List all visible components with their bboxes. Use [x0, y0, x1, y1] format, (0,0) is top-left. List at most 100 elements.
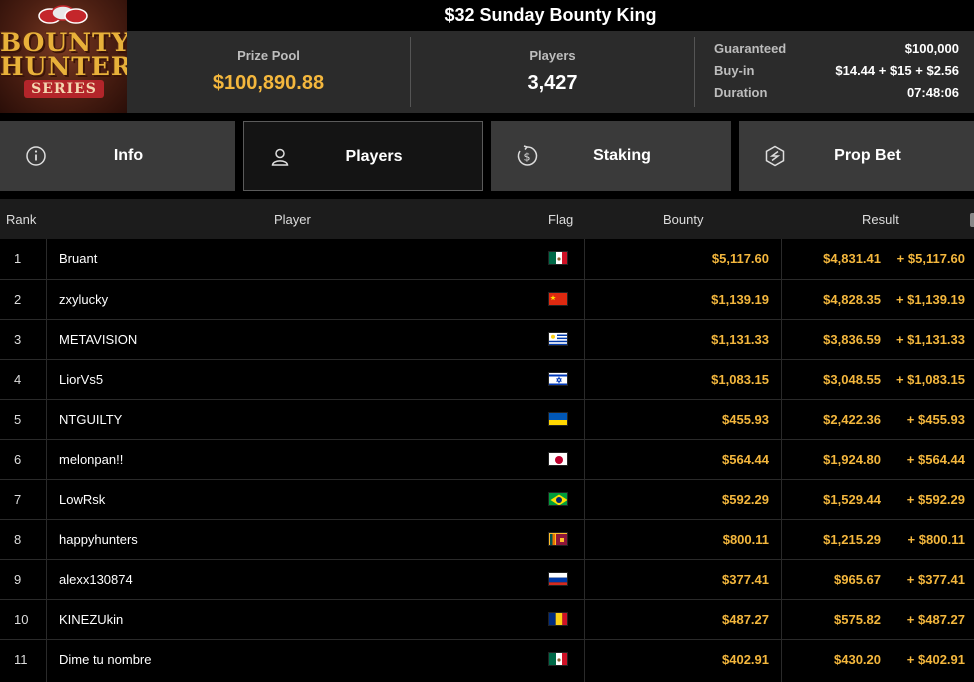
- flag-china-icon: [548, 292, 568, 306]
- row-player-name[interactable]: melonpan!!: [59, 440, 123, 479]
- tab-label: Players: [345, 148, 403, 165]
- tab-staking[interactable]: $ Staking: [491, 121, 731, 191]
- row-bounty: $487.27: [722, 612, 769, 627]
- row-player-name[interactable]: LiorVs5: [59, 360, 103, 399]
- tournament-stats-panel: Prize Pool $100,890.88 Players 3,427 Gua…: [127, 31, 974, 113]
- row-player-name[interactable]: NTGUILTY: [59, 400, 122, 439]
- table-row[interactable]: 5 NTGUILTY $455.93 $2,422.36 + $455.93: [0, 399, 974, 439]
- row-rank: 11: [14, 652, 28, 667]
- row-rank: 2: [14, 292, 22, 307]
- table-row[interactable]: 10 KINEZUkin $487.27 $575.82 + $487.27: [0, 599, 974, 639]
- tab-prop-bet[interactable]: Prop Bet: [739, 121, 974, 191]
- flag-ukraine-icon: [548, 412, 568, 426]
- tab-label: Staking: [593, 147, 651, 164]
- flag-mexico-icon: [548, 251, 568, 265]
- detail-key: Guaranteed: [714, 41, 787, 56]
- row-bounty: $564.44: [722, 452, 769, 467]
- row-result: $3,836.59: [823, 332, 881, 347]
- row-bounty: $377.41: [722, 572, 769, 587]
- table-row[interactable]: 6 melonpan!! $564.44 $1,924.80 + $564.44: [0, 439, 974, 479]
- table-row[interactable]: 2 zxylucky $1,139.19 $4,828.35 + $1,139.19: [0, 279, 974, 319]
- row-rank: 9: [14, 572, 22, 587]
- detail-key: Duration: [714, 85, 768, 100]
- prize-pool-stat: Prize Pool $100,890.88: [127, 31, 410, 113]
- row-result-bounty: + $487.27: [906, 612, 965, 627]
- tournament-tabs: Info Players $ Staking Prop Bet: [0, 121, 974, 191]
- row-bounty: $1,131.33: [711, 332, 769, 347]
- row-result-bounty: + $1,139.19: [895, 292, 965, 307]
- row-bounty: $5,117.60: [711, 251, 769, 266]
- row-result: $430.20: [834, 652, 881, 667]
- column-header-result[interactable]: Result: [862, 212, 899, 227]
- table-row[interactable]: 3 METAVISION $1,131.33 $3,836.59 + $1,131.33: [0, 319, 974, 359]
- row-rank: 1: [14, 251, 22, 266]
- table-row[interactable]: 9 alexx130874 $377.41 $965.67 + $377.41: [0, 559, 974, 599]
- column-header-rank[interactable]: Rank: [6, 212, 36, 227]
- logo-text-line2: HUNTERS: [0, 52, 127, 81]
- scrollbar-thumb[interactable]: [970, 213, 974, 227]
- table-row[interactable]: 8 happyhunters $800.11 $1,215.29 + $800.11: [0, 519, 974, 559]
- tournament-title: $32 Sunday Bounty King: [444, 5, 657, 25]
- column-header-flag[interactable]: Flag: [548, 212, 573, 227]
- flag-japan-icon: [548, 452, 568, 466]
- tab-label: Prop Bet: [834, 147, 901, 164]
- row-result-bounty: + $1,083.15: [895, 372, 965, 387]
- row-player-name[interactable]: happyhunters: [59, 520, 138, 559]
- row-result: $1,529.44: [823, 492, 881, 507]
- flag-uruguay-icon: [548, 332, 568, 346]
- row-result: $4,828.35: [823, 292, 881, 307]
- tab-players[interactable]: Players: [243, 121, 483, 191]
- row-result: $1,215.29: [823, 532, 881, 547]
- flag-romania-icon: [548, 612, 568, 626]
- row-result: $575.82: [834, 612, 881, 627]
- stat-divider: [694, 37, 695, 107]
- players-table-header: Rank Player Flag Bounty Result: [0, 199, 974, 239]
- row-result: $3,048.55: [823, 372, 881, 387]
- row-result-bounty: + $564.44: [906, 452, 965, 467]
- players-value: 3,427: [527, 72, 578, 94]
- tab-info[interactable]: Info: [0, 121, 235, 191]
- players-stat: Players 3,427: [411, 31, 694, 113]
- row-player-name[interactable]: alexx130874: [59, 560, 133, 599]
- column-header-bounty[interactable]: Bounty: [663, 212, 703, 227]
- row-result: $2,422.36: [823, 412, 881, 427]
- detail-row-duration: Duration 07:48:06: [714, 85, 959, 107]
- prize-pool-value: $100,890.88: [212, 72, 325, 94]
- detail-row-buyin: Buy-in $14.44 + $15 + $2.56: [714, 63, 959, 85]
- row-result-bounty: + $800.11: [907, 532, 965, 547]
- detail-value: 07:48:06: [906, 85, 959, 100]
- flag-brazil-icon: [548, 492, 568, 506]
- row-player-name[interactable]: zxylucky: [59, 280, 108, 319]
- bounty-hunters-logo: BOUNTY HUNTERS SERIES: [0, 0, 127, 113]
- row-bounty: $1,139.19: [711, 292, 769, 307]
- row-result-bounty: + $402.91: [906, 652, 965, 667]
- column-header-player[interactable]: Player: [274, 212, 311, 227]
- row-bounty: $402.91: [722, 652, 769, 667]
- detail-value: $14.44 + $15 + $2.56: [835, 63, 959, 78]
- row-result-bounty: + $455.93: [906, 412, 965, 427]
- prize-pool-label: Prize Pool: [237, 48, 300, 63]
- row-player-name[interactable]: LowRsk: [59, 480, 105, 519]
- row-rank: 4: [14, 372, 22, 387]
- table-row[interactable]: 1 Bruant $5,117.60 $4,831.41 + $5,117.60: [0, 239, 974, 279]
- table-row[interactable]: 7 LowRsk $592.29 $1,529.44 + $592.29: [0, 479, 974, 519]
- flag-mexico-icon: [548, 652, 568, 666]
- row-player-name[interactable]: Dime tu nombre: [59, 640, 151, 679]
- row-player-name[interactable]: Bruant: [59, 239, 97, 278]
- flag-russia-icon: [548, 572, 568, 586]
- table-row[interactable]: 11 Dime tu nombre $402.91 $430.20 + $402.91: [0, 639, 974, 679]
- row-result: $1,924.80: [823, 452, 881, 467]
- tournament-details: Guaranteed $100,000 Buy-in $14.44 + $15 …: [714, 41, 959, 107]
- table-row[interactable]: 4 LiorVs5 $1,083.15 $3,048.55 + $1,083.15: [0, 359, 974, 399]
- row-player-name[interactable]: METAVISION: [59, 320, 137, 359]
- players-label: Players: [529, 48, 576, 63]
- row-bounty: $455.93: [722, 412, 769, 427]
- row-player-name[interactable]: KINEZUkin: [59, 600, 123, 639]
- row-rank: 3: [14, 332, 22, 347]
- tab-label: Info: [113, 147, 144, 164]
- flag-israel-icon: [548, 372, 568, 386]
- row-result-bounty: + $592.29: [906, 492, 965, 507]
- row-bounty: $592.29: [722, 492, 769, 507]
- row-result: $965.67: [834, 572, 881, 587]
- row-result-bounty: + $377.41: [906, 572, 965, 587]
